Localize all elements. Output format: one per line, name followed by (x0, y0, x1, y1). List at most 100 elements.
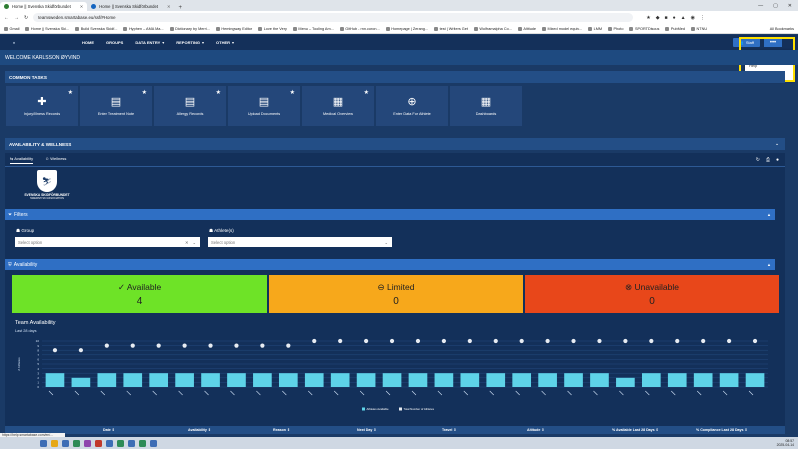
point-total-athletes[interactable] (675, 338, 680, 344)
point-total-athletes[interactable] (78, 348, 83, 353)
word-icon[interactable] (62, 439, 69, 447)
more-menu-button[interactable]: ••• (764, 38, 782, 47)
task-tile[interactable]: ▦ Medical Overview ★ (302, 86, 374, 126)
point-total-athletes[interactable] (545, 338, 550, 344)
app-logo[interactable]: ❄ (6, 38, 22, 47)
star-icon[interactable]: ★ (216, 89, 221, 96)
app-icon[interactable] (128, 439, 135, 447)
browser-tab-second[interactable]: Home || Svenska Skidförbundet ✕ (87, 2, 174, 11)
refresh-icon[interactable]: ↻ (756, 157, 760, 163)
point-total-athletes[interactable] (597, 338, 602, 344)
forward-icon[interactable]: → (14, 15, 19, 21)
bookmark-item[interactable]: test | Writers Get (434, 26, 468, 31)
point-total-athletes[interactable] (364, 338, 369, 344)
task-tile[interactable]: ▦ Dashboards (450, 86, 522, 126)
bar-athletes-available[interactable] (71, 377, 91, 387)
bookmark-item[interactable]: Home || Svenska Ski... (25, 26, 69, 31)
task-tile[interactable]: ⊕ Enter Data For Athlete (376, 86, 448, 126)
point-total-athletes[interactable] (752, 338, 758, 344)
bar-athletes-available[interactable] (227, 373, 246, 387)
bookmark-item[interactable]: Photo (608, 26, 623, 31)
point-total-athletes[interactable] (156, 343, 161, 348)
bar-athletes-available[interactable] (253, 373, 272, 387)
task-tile[interactable]: ✚ Injury/Illness Records ★ (6, 86, 78, 126)
bookmark-item[interactable]: SPORTDiscus (629, 26, 659, 31)
excel-icon[interactable] (139, 439, 146, 447)
point-total-athletes[interactable] (260, 343, 265, 348)
table-column-header[interactable]: % Available Last 28 Days ⇕ (612, 428, 659, 432)
bookmark-item[interactable]: Build Svenska Skidf... (75, 26, 117, 31)
table-column-header[interactable]: Reason ⇕ (273, 428, 290, 432)
bar-athletes-available[interactable] (719, 373, 739, 387)
bar-athletes-available[interactable] (693, 373, 713, 387)
table-column-header[interactable]: Date ⇕ (103, 428, 115, 432)
extension-icon[interactable]: ▲ (681, 15, 686, 21)
star-icon[interactable]: ★ (290, 89, 295, 96)
url-field[interactable]: teamsweden.smartabase.eu/ssf/#Home (33, 13, 634, 22)
minimize-icon[interactable]: — (758, 3, 763, 9)
close-icon[interactable]: ✕ (167, 4, 171, 9)
chrome-icon[interactable] (73, 439, 80, 447)
nav-item-other[interactable]: OTHER ▾ (216, 40, 234, 45)
bar-athletes-available[interactable] (408, 373, 428, 387)
point-total-athletes[interactable] (571, 338, 576, 344)
task-tile[interactable]: ▤ Allergy Records ★ (154, 86, 226, 126)
search-icon[interactable] (40, 439, 47, 447)
bar-athletes-available[interactable] (538, 373, 557, 387)
availability-header[interactable]: ⛨ Availability ▲ (5, 259, 775, 270)
back-icon[interactable]: ← (4, 15, 9, 21)
point-total-athletes[interactable] (286, 343, 291, 348)
table-column-header[interactable]: Altitude ⇕ (527, 428, 544, 432)
bookmark-item[interactable]: LMM (588, 26, 602, 31)
bookmark-item[interactable]: Hyphen – AMA Ma... (123, 26, 164, 31)
chevron-down-icon[interactable]: ⌄ (775, 141, 779, 147)
clear-icon[interactable]: ✕ (185, 240, 189, 245)
extension-icon[interactable]: ● (673, 15, 676, 21)
point-total-athletes[interactable] (415, 338, 421, 344)
bar-athletes-available[interactable] (278, 373, 298, 387)
close-icon[interactable]: ✕ (80, 4, 84, 9)
maximize-icon[interactable]: ▢ (773, 3, 778, 9)
bar-athletes-available[interactable] (45, 373, 65, 387)
chevron-up-icon[interactable]: ▲ (767, 212, 771, 217)
point-total-athletes[interactable] (52, 348, 58, 353)
bookmark-item[interactable]: Mixed model equiv... (542, 26, 582, 31)
bar-athletes-available[interactable] (460, 373, 480, 387)
file-explorer-icon[interactable] (51, 439, 58, 447)
point-total-athletes[interactable] (208, 343, 213, 348)
close-window-icon[interactable]: ✕ (788, 3, 792, 9)
extension-icon[interactable]: ◆ (656, 15, 660, 21)
chevron-down-icon[interactable]: ⌄ (384, 240, 388, 245)
info-icon[interactable]: ● (776, 157, 779, 163)
bookmark-item[interactable]: NTNU (691, 26, 707, 31)
star-icon[interactable]: ★ (68, 89, 73, 96)
nav-item-groups[interactable]: GROUPS (106, 40, 123, 45)
bar-athletes-available[interactable] (123, 373, 143, 387)
bar-athletes-available[interactable] (201, 373, 220, 387)
extension-icon[interactable]: ■ (665, 15, 668, 21)
limited-card[interactable]: ⊖ Limited 0 (269, 275, 523, 313)
bookmark-item[interactable]: Hemingway Editor (215, 26, 252, 31)
point-total-athletes[interactable] (519, 338, 524, 344)
browser-tab-home[interactable]: Home || Svenska Skidförbundet ✕ (0, 2, 88, 11)
point-total-athletes[interactable] (493, 338, 498, 344)
bar-athletes-available[interactable] (667, 373, 687, 387)
point-total-athletes[interactable] (441, 338, 446, 344)
bar-athletes-available[interactable] (356, 373, 376, 387)
point-total-athletes[interactable] (649, 338, 654, 344)
point-total-athletes[interactable] (104, 343, 109, 348)
point-total-athletes[interactable] (312, 338, 317, 344)
availability-wellness-header[interactable]: AVAILABILITY & WELLNESS ⌄ (5, 138, 785, 150)
bar-athletes-available[interactable] (382, 373, 402, 387)
athletes-select[interactable]: Select option ⌄ (208, 237, 392, 247)
point-total-athletes[interactable] (130, 343, 135, 348)
tab-availability[interactable]: ⇆ Availability (10, 156, 34, 164)
unavailable-card[interactable]: ⊗ Unavailable 0 (525, 275, 779, 313)
staff-button[interactable]: 👥 Staff (732, 38, 760, 47)
bookmark-item[interactable]: Menu – Tooling Am... (292, 26, 334, 31)
print-icon[interactable]: ⎙ (766, 157, 770, 163)
bar-athletes-available[interactable] (616, 377, 635, 387)
bar-athletes-available[interactable] (304, 373, 324, 387)
app-icon[interactable] (95, 439, 102, 447)
tab-wellness[interactable]: ☺ Wellness (45, 156, 66, 164)
